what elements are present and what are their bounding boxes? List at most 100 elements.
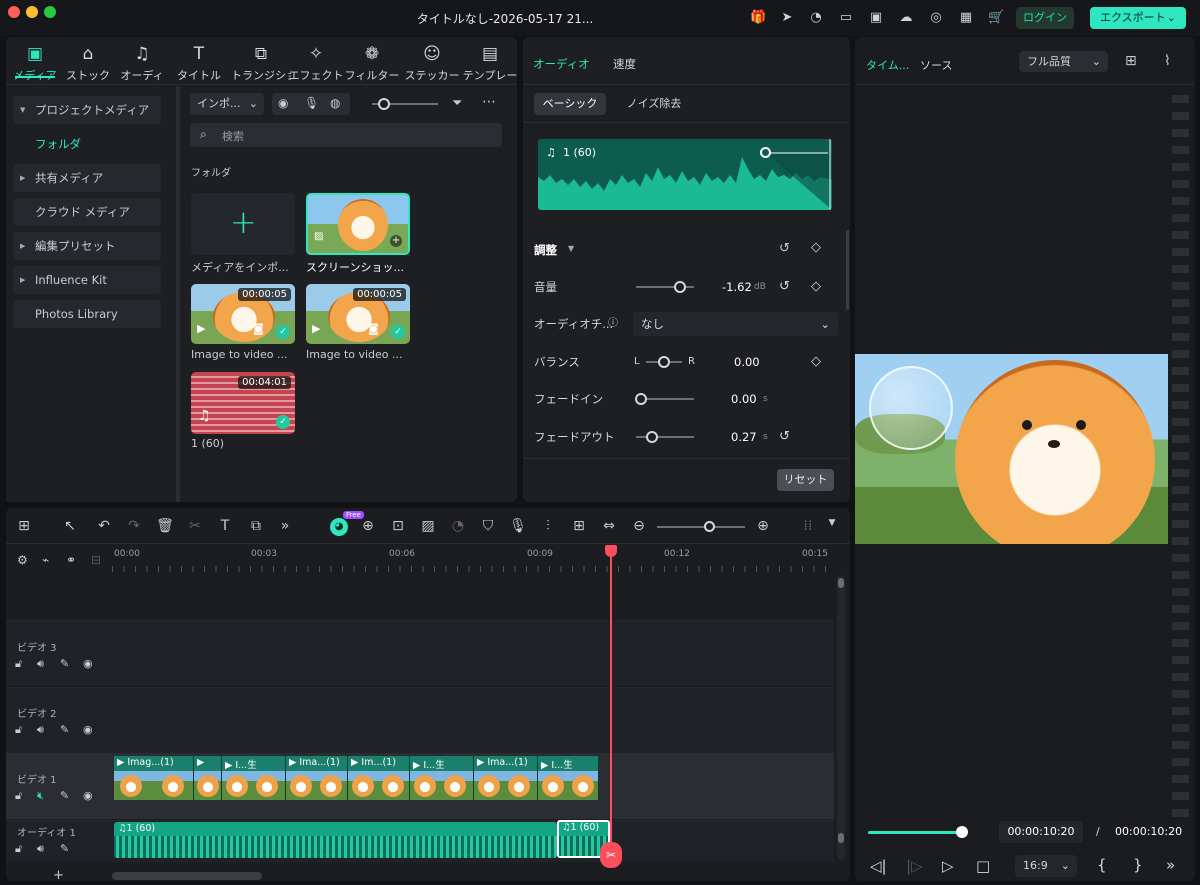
lock-icon[interactable]: 🔓︎ <box>15 789 22 803</box>
render-icon[interactable]: ⊞ <box>569 518 589 534</box>
unlink-icon[interactable]: ⌁ <box>42 553 49 567</box>
layout-icon[interactable]: ▭ <box>838 10 854 26</box>
subtab-basic[interactable]: ベーシック <box>534 93 606 115</box>
info-icon[interactable]: ⓘ <box>608 312 618 336</box>
sidebar-item-edit-presets[interactable]: ▶ 編集プリセット <box>13 232 161 260</box>
sidebar-item-project-media[interactable]: ▼ プロジェクトメディア <box>13 96 161 124</box>
speed-icon[interactable]: ◔ <box>448 518 468 534</box>
sidebar-item-photos-library[interactable]: Photos Library <box>13 300 161 328</box>
stop-icon[interactable]: □ <box>976 857 990 875</box>
volume-knob[interactable] <box>674 281 686 293</box>
media-item-screenshot[interactable]: ▨ + <box>306 193 410 255</box>
crop-icon[interactable]: ⧉ <box>246 518 266 534</box>
video-clip[interactable]: ▶ <box>194 756 222 800</box>
next-frame-icon[interactable]: |▷ <box>906 857 923 875</box>
grid-view-icon[interactable]: ⊞ <box>1125 53 1137 69</box>
mark-out-icon[interactable]: } <box>1133 856 1143 874</box>
fade-out-slider[interactable] <box>636 436 694 438</box>
fit-timeline-icon[interactable]: ⇔ <box>599 518 619 534</box>
tab-effect[interactable]: ✧ エフェクト <box>286 43 346 83</box>
caret-down-icon[interactable]: ▼ <box>822 518 842 528</box>
search-input[interactable]: ⌕ 検索 <box>190 123 502 147</box>
tab-transition[interactable]: ⧉トランジション <box>231 43 291 83</box>
media-item-audio[interactable]: 00:04:01 ♫ ✓ <box>191 372 295 434</box>
video-preview[interactable] <box>855 354 1168 544</box>
video-clip[interactable]: ▶ Imag...(1) <box>114 756 194 800</box>
scissors-icon[interactable]: ✂ <box>185 518 205 534</box>
send-icon[interactable]: ➤ <box>779 10 795 26</box>
microphone-icon[interactable]: 🎙 <box>508 518 528 534</box>
video-clip[interactable]: ▶ I...生 <box>538 756 599 800</box>
video-clip[interactable]: ▶ I...生 <box>410 756 474 800</box>
sidebar-item-shared-media[interactable]: ▶ 共有メディア <box>13 164 161 192</box>
tab-stock[interactable]: ⌂ ストック <box>61 43 115 83</box>
webcam-icon[interactable]: ◍ <box>330 96 340 110</box>
aspect-ratio-select[interactable]: 16:9 ⌄ <box>1015 855 1077 877</box>
more-icon[interactable]: ⋯ <box>482 94 496 110</box>
properties-scrollbar[interactable] <box>846 230 849 310</box>
playhead-handle[interactable] <box>605 545 617 557</box>
tab-timeline-preview[interactable]: タイム... <box>866 57 909 73</box>
cart-icon[interactable]: 🛒 <box>988 10 1004 26</box>
ai-assistant-icon[interactable]: ◕ <box>330 518 348 536</box>
add-track-icon[interactable]: + <box>53 868 64 883</box>
add-to-timeline-icon[interactable]: + <box>390 235 402 247</box>
import-media-card[interactable]: + <box>191 193 295 255</box>
gift-icon[interactable]: 🎁 <box>750 10 766 26</box>
magic-icon[interactable]: ✎ <box>60 723 69 736</box>
timeline-horizontal-scrollbar[interactable] <box>112 872 262 880</box>
zoom-knob[interactable] <box>704 521 715 532</box>
timeline-playhead[interactable] <box>610 548 612 853</box>
filter-funnel-icon[interactable]: ⏷ <box>452 96 462 111</box>
zoom-in-icon[interactable]: ⊕ <box>753 518 773 534</box>
previous-frame-icon[interactable]: ◁| <box>870 857 887 875</box>
audio-mixer-icon[interactable]: ⫶ <box>538 518 558 534</box>
current-time[interactable]: 00:00:10:20 <box>999 821 1083 843</box>
lock-icon[interactable]: 🔓︎ <box>15 842 22 856</box>
delete-icon[interactable]: 🗑 <box>155 518 175 534</box>
login-button[interactable]: ログイン <box>1016 7 1074 29</box>
track-layout-icon[interactable]: ⁞⁞ <box>798 518 818 534</box>
playback-progress[interactable] <box>868 831 961 834</box>
speaker-icon[interactable]: 🔊︎ <box>37 657 44 671</box>
support-icon[interactable]: ◔ <box>808 10 824 26</box>
reset-button[interactable]: リセット <box>777 469 834 491</box>
split-icon[interactable]: ⊕ <box>358 518 378 534</box>
select-tool-icon[interactable]: ↖ <box>60 518 80 534</box>
caret-down-icon[interactable]: ▼ <box>568 244 574 253</box>
sidebar-item-influence-kit[interactable]: ▶ Influence Kit <box>13 266 161 294</box>
balance-knob[interactable] <box>658 356 670 368</box>
redo-icon[interactable]: ↷ <box>124 518 144 534</box>
zoom-out-icon[interactable]: ⊖ <box>629 518 649 534</box>
fade-in-value[interactable]: 0.00 <box>731 387 757 411</box>
playhead-knob[interactable] <box>956 826 968 838</box>
track-manage-icon[interactable]: ⊟ <box>91 553 101 567</box>
layout-grid-icon[interactable]: ⊞ <box>14 518 34 534</box>
muted-speaker-icon[interactable]: 🔇︎ <box>37 789 44 803</box>
apps-icon[interactable]: ▦ <box>958 10 974 26</box>
keyframe-icon[interactable]: ◇ <box>811 240 821 255</box>
shield-icon[interactable]: ⛉ <box>478 518 498 534</box>
video-clip[interactable]: ▶ Ima...(1) <box>286 756 348 800</box>
ducking-select[interactable]: なし ⌄ <box>633 312 838 336</box>
replace-icon[interactable]: ⊡ <box>388 518 408 534</box>
volume-value[interactable]: -1.62 <box>722 275 752 299</box>
tab-sticker[interactable]: ☺ ステッカー <box>402 43 462 83</box>
tab-template[interactable]: ▤ テンプレー <box>462 43 518 83</box>
quality-select[interactable]: フル品質 ⌄ <box>1019 51 1108 72</box>
time-ruler[interactable] <box>112 546 834 574</box>
timeline-vertical-scrollbar[interactable] <box>837 575 845 860</box>
settings-icon[interactable]: ⚙ <box>17 553 28 567</box>
eye-icon[interactable]: ◉ <box>83 723 93 736</box>
tab-filter[interactable]: ❁ フィルター <box>344 43 400 83</box>
media-item-video-1[interactable]: 00:00:05 ▶ ◙ ✓ <box>191 284 295 344</box>
sidebar-item-folder[interactable]: フォルダ <box>13 130 161 158</box>
sidebar-item-cloud-media[interactable]: クラウド メディア <box>13 198 161 226</box>
reset-icon[interactable]: ↺ <box>779 241 790 256</box>
magic-icon[interactable]: ✎ <box>60 789 69 802</box>
audio-clip[interactable]: ♫1 (60) <box>114 822 557 858</box>
tab-source-preview[interactable]: ソース <box>920 57 952 73</box>
split-playhead-icon[interactable]: ✂ <box>600 842 622 868</box>
keyframe-icon[interactable]: ◇ <box>811 275 821 299</box>
video-clip[interactable]: ▶ I...生 <box>222 756 286 800</box>
